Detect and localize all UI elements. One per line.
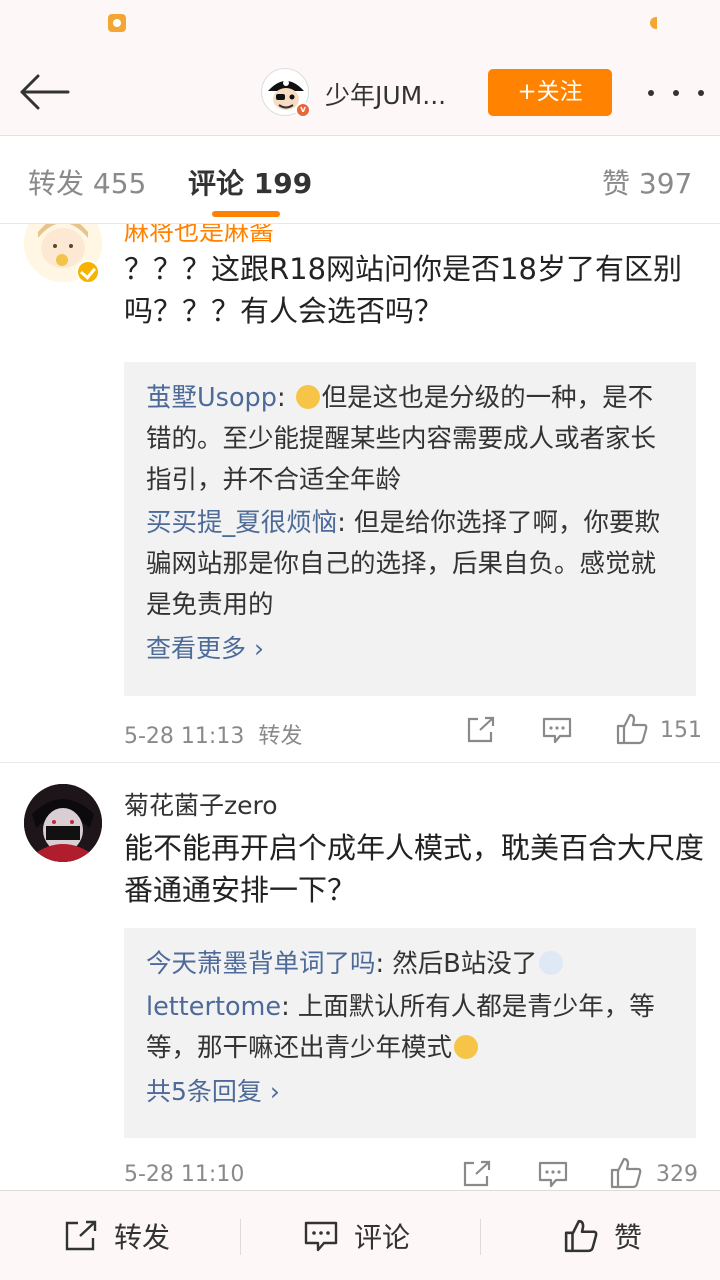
reply-box[interactable]: 茧墅Usopp: 但是这也是分级的一种，是不错的。至少能提醒某些内容需要成人或者…	[124, 362, 696, 696]
more-dot	[648, 90, 654, 96]
thumbs-up-icon[interactable]	[610, 1157, 642, 1189]
back-button[interactable]	[18, 72, 70, 112]
reply-item: 买买提_夏很烦恼: 但是给你选择了啊，你要欺骗网站那是你自己的选择，后果自负。感…	[146, 503, 674, 626]
like-button[interactable]: 赞	[564, 1191, 642, 1280]
arrow-left-icon	[20, 74, 70, 110]
account-name[interactable]: 少年JUM...	[325, 76, 446, 112]
repost-label: 转发	[114, 1221, 171, 1254]
more-dot	[698, 90, 704, 96]
like-count: 329	[656, 1162, 698, 1187]
follow-button[interactable]: +关注	[488, 69, 612, 116]
reply-item: 今天萧墨背单词了吗: 然后B站没了	[146, 944, 674, 985]
comment-meta: 5-28 11:13 转发	[124, 718, 302, 750]
comment-button[interactable]: 评论	[304, 1191, 410, 1280]
panda-emoji-icon	[539, 951, 564, 975]
bottom-action-bar: 转发 评论 赞	[0, 1190, 720, 1280]
thumbs-up-icon	[564, 1219, 598, 1253]
user-avatar[interactable]	[24, 784, 102, 862]
comment-username[interactable]: 菊花菌子zero	[124, 786, 278, 822]
like-count: 151	[660, 718, 702, 743]
reply-username[interactable]: 今天萧墨背单词了吗	[146, 949, 376, 979]
share-icon[interactable]	[462, 1160, 492, 1188]
reply-username[interactable]: 茧墅Usopp	[146, 383, 277, 413]
share-icon[interactable]	[466, 716, 496, 744]
tab-comments[interactable]: 评论 199	[188, 162, 312, 202]
vip-badge-icon	[76, 260, 100, 284]
comment-icon	[304, 1221, 338, 1252]
reply-box[interactable]: 今天萧墨背单词了吗: 然后B站没了 lettertome: 上面默认所有人都是青…	[124, 928, 696, 1138]
reply-item: lettertome: 上面默认所有人都是青少年，等等，那干嘛还出青少年模式	[146, 987, 674, 1069]
comment-username[interactable]: 麻将也是麻酱	[124, 224, 274, 248]
thumbs-up-icon[interactable]	[616, 713, 648, 745]
comment-time: 5-28 11:10	[124, 1162, 245, 1187]
reply-username[interactable]: lettertome	[146, 992, 281, 1022]
comment-time: 5-28 11:13	[124, 724, 245, 749]
like-label: 赞	[614, 1221, 643, 1254]
comment-icon[interactable]	[538, 1160, 568, 1188]
comment-list[interactable]: 麻将也是麻酱 ？？？这跟R18网站问你是否18岁了有区别吗？？？有人会选否吗？ …	[0, 224, 720, 1190]
reply-item: 茧墅Usopp: 但是这也是分级的一种，是不错的。至少能提醒某些内容需要成人或者…	[146, 378, 674, 501]
divider	[240, 1219, 241, 1255]
crying-emoji-icon	[295, 385, 320, 409]
comment-text: 能不能再开启个成年人模式，耽美百合大尺度番通通安排一下？	[124, 831, 705, 907]
tab-likes[interactable]: 赞 397	[602, 162, 692, 202]
repost-button[interactable]: 转发	[64, 1191, 170, 1280]
tab-bar: 转发 455 评论 199 赞 397	[0, 136, 720, 224]
top-bar: v 少年JUM... +关注	[0, 0, 720, 136]
reply-text: 然后B站没了	[392, 949, 538, 979]
verified-badge: v	[295, 102, 311, 118]
reply-separator: :	[281, 992, 298, 1022]
reply-separator: :	[375, 949, 393, 979]
comment-repost-link[interactable]: 转发	[258, 724, 302, 749]
notification-icon	[108, 14, 126, 32]
see-all-replies-link[interactable]: 共5条回复 ›	[146, 1071, 674, 1113]
comment-text: ？？？这跟R18网站问你是否18岁了有区别吗？？？有人会选否吗？	[124, 252, 682, 328]
comment-label: 评论	[354, 1221, 411, 1254]
reply-separator: :	[276, 383, 294, 413]
divider	[0, 762, 720, 763]
see-more-link[interactable]: 查看更多 ›	[146, 628, 674, 670]
reply-username[interactable]: 买买提_夏很烦恼	[146, 508, 337, 538]
anime-avatar-icon	[24, 784, 102, 862]
status-bar	[0, 0, 720, 48]
divider	[480, 1219, 481, 1255]
shocked-emoji-icon	[454, 1035, 479, 1059]
active-tab-indicator	[212, 211, 280, 217]
reply-separator: :	[337, 508, 354, 538]
more-dot	[673, 90, 679, 96]
battery-icon	[650, 17, 657, 29]
comment-icon[interactable]	[542, 716, 572, 744]
tab-reposts[interactable]: 转发 455	[28, 162, 146, 202]
more-button[interactable]	[648, 78, 704, 108]
share-icon	[65, 1220, 97, 1251]
